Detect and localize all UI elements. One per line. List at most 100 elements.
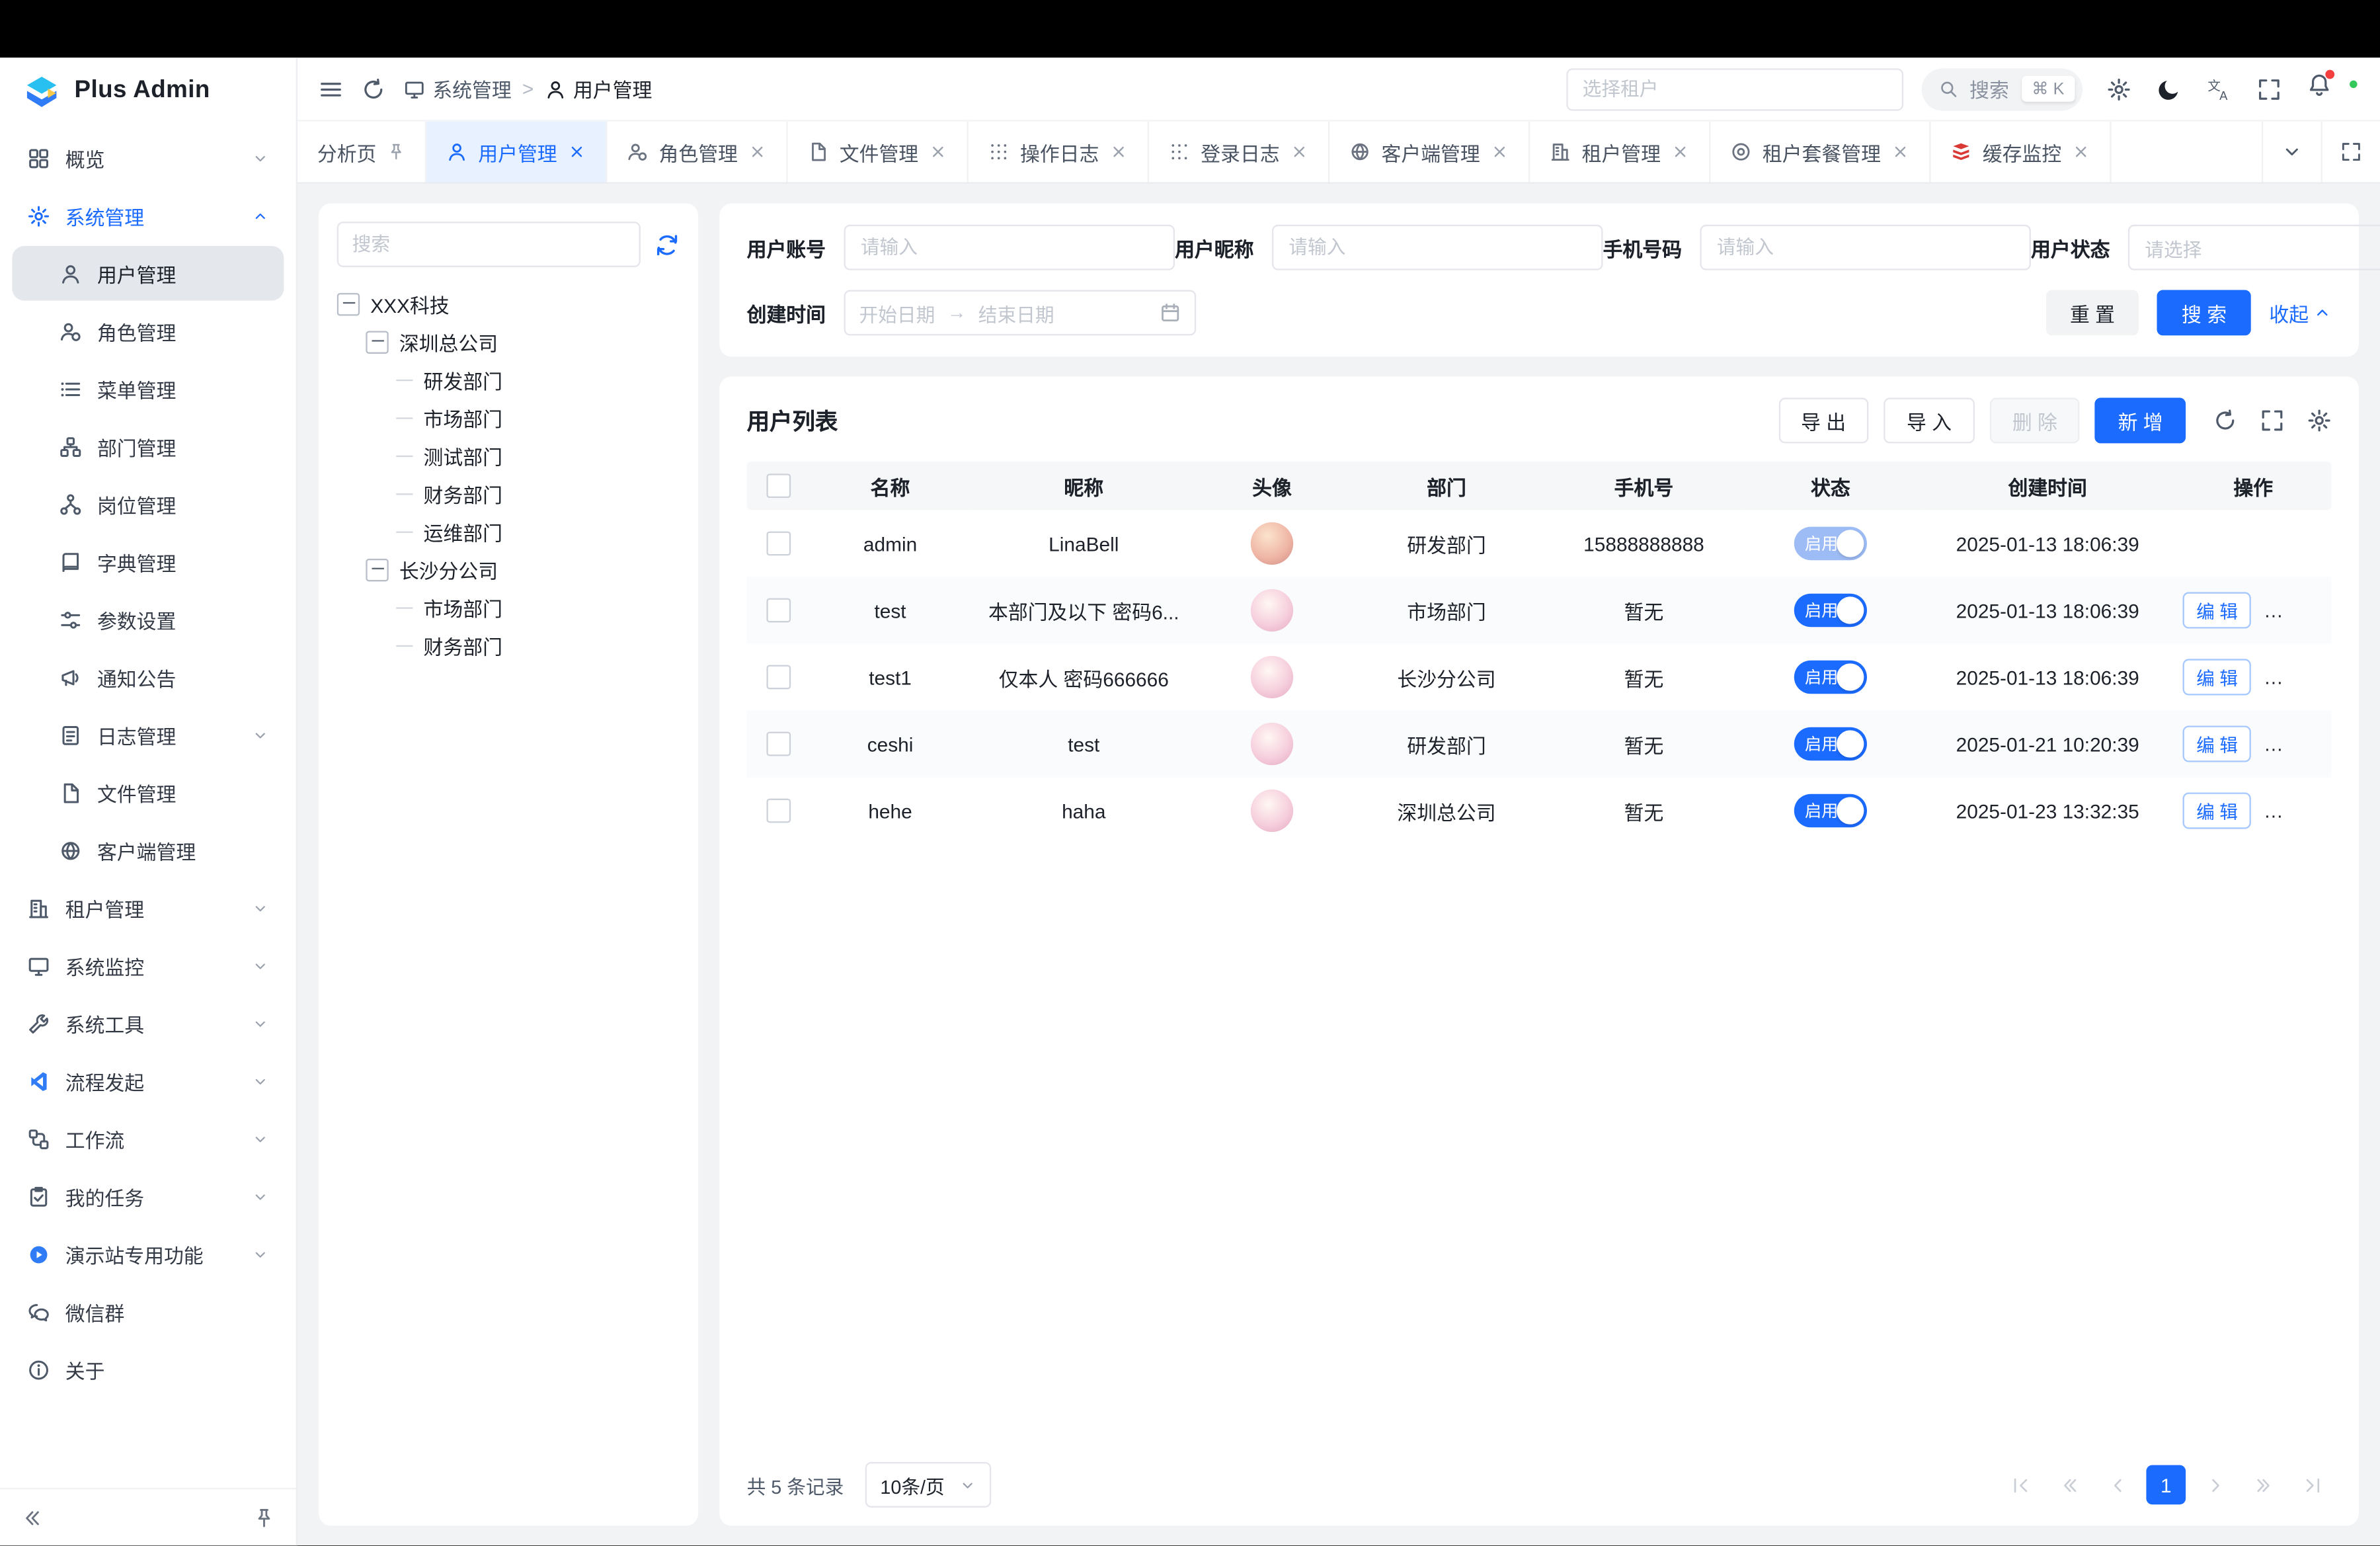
sidebar-item-system-management[interactable]: 系统管理 [12,188,284,243]
gear-icon[interactable] [2107,77,2131,101]
page-next-button[interactable] [2195,1465,2235,1505]
sidebar-item-system-tools[interactable]: 系统工具 [12,996,284,1051]
tree-search-input[interactable] [337,222,641,267]
sidebar-item-demo-features[interactable]: 演示站专用功能 [12,1227,284,1282]
tab-operation-log[interactable]: 操作日志 [969,122,1149,183]
status-toggle[interactable]: 启用 [1794,527,1867,561]
page-prev-button[interactable] [2098,1465,2137,1505]
close-icon[interactable] [1671,143,1690,161]
tab-cache-monitor[interactable]: 缓存监控 [1931,122,2112,183]
tree-node-2[interactable]: 研发部门 [337,361,680,399]
page-fwd5-button[interactable] [2243,1465,2283,1505]
sidebar-collapse-button[interactable] [21,1507,42,1528]
sidebar-item-about[interactable]: 关于 [12,1342,284,1397]
delete-button[interactable]: 删 除 [1989,398,2080,444]
tree-node-9[interactable]: 财务部门 [337,627,680,665]
status-toggle[interactable]: 启用 [1794,661,1867,694]
notification-bell[interactable] [2307,73,2332,104]
tab-tenant-management[interactable]: 租户管理 [1530,122,1711,183]
tree-node-8[interactable]: 市场部门 [337,589,680,627]
sidebar-item-post-management[interactable]: 岗位管理 [12,477,284,532]
page-last-button[interactable] [2292,1465,2332,1505]
sidebar-pin-button[interactable] [253,1507,274,1528]
tree-refresh-icon[interactable] [654,231,680,257]
sidebar-item-dict-management[interactable]: 字典管理 [12,534,284,589]
page-back5-button[interactable] [2049,1465,2088,1505]
sidebar-item-process-initiation[interactable]: 流程发起 [12,1053,284,1108]
tab-file-management[interactable]: 文件管理 [788,122,969,183]
add-button[interactable]: 新 增 [2095,398,2186,444]
page-size-select[interactable]: 10条/页 [865,1462,991,1508]
fullscreen-icon[interactable] [2257,77,2281,101]
table-fullscreen-icon[interactable] [2260,409,2285,433]
export-button[interactable]: 导 出 [1778,398,1869,444]
close-icon[interactable] [568,143,586,161]
sidebar-item-overview[interactable]: 概览 [12,130,284,185]
close-icon[interactable] [748,143,767,161]
sidebar-item-file-management[interactable]: 文件管理 [12,765,284,820]
tree-node-3[interactable]: 市场部门 [337,399,680,437]
tab-analysis[interactable]: 分析页 [298,122,426,183]
sidebar-item-system-monitor[interactable]: 系统监控 [12,938,284,993]
tab-user-management[interactable]: 用户管理 [426,122,607,183]
search-button[interactable]: 搜 索 [2157,290,2250,336]
table-row[interactable]: test1仅本人 密码666666长沙分公司暂无启用2025-01-13 18:… [747,643,2332,710]
tree-node-6[interactable]: 运维部门 [337,513,680,551]
status-toggle[interactable]: 启用 [1794,794,1867,828]
table-refresh-icon[interactable] [2213,409,2237,433]
sidebar-item-notice-announcement[interactable]: 通知公告 [12,650,284,705]
table-row[interactable]: test本部门及以下 密码6...市场部门暂无启用2025-01-13 18:0… [747,577,2332,643]
row-checkbox[interactable] [766,799,791,823]
page-first-button[interactable] [2001,1465,2040,1505]
page-number-current[interactable]: 1 [2146,1465,2186,1505]
table-row[interactable]: adminLinaBell研发部门15888888888启用2025-01-13… [747,510,2332,577]
column-settings-gear-icon[interactable] [2307,409,2332,433]
sidebar-item-tenant-management[interactable]: 租户管理 [12,881,284,936]
sidebar-item-my-tasks[interactable]: 我的任务 [12,1169,284,1224]
sidebar-item-workflow[interactable]: 工作流 [12,1112,284,1166]
import-button[interactable]: 导 入 [1884,398,1975,444]
close-icon[interactable] [1109,143,1128,161]
filter-phone-input[interactable] [1700,225,2032,270]
status-toggle[interactable]: 启用 [1794,594,1867,628]
row-edit-button[interactable]: 编 辑 [2183,725,2252,762]
tree-node-7[interactable]: 长沙分公司 [337,551,680,589]
tab-tenant-package[interactable]: 租户套餐管理 [1711,122,1931,183]
select-all-checkbox[interactable] [766,474,791,499]
tree-expander-icon[interactable] [366,331,388,354]
close-icon[interactable] [2072,143,2090,161]
close-icon[interactable] [1290,143,1309,161]
tree-expander-icon[interactable] [366,559,388,581]
sidebar-item-client-management[interactable]: 客户端管理 [12,823,284,877]
tree-node-1[interactable]: 深圳总公司 [337,323,680,361]
dark-mode-moon-icon[interactable] [2157,77,2182,101]
pin-icon[interactable] [387,143,405,161]
sidebar-item-user-management[interactable]: 用户管理 [12,246,284,301]
tab-role-management[interactable]: 角色管理 [607,122,787,183]
tree-node-5[interactable]: 财务部门 [337,475,680,513]
sidebar-item-log-management[interactable]: 日志管理 [12,708,284,762]
row-checkbox[interactable] [766,665,791,690]
tab-login-log[interactable]: 登录日志 [1149,122,1329,183]
close-icon[interactable] [1491,143,1509,161]
hamburger-menu-icon[interactable] [319,77,343,101]
row-edit-button[interactable]: 编 辑 [2183,659,2252,695]
refresh-icon[interactable] [361,77,385,101]
close-icon[interactable] [929,143,947,161]
global-search-button[interactable]: 搜索 ⌘ K [1921,67,2082,110]
row-checkbox[interactable] [766,532,791,556]
row-checkbox[interactable] [766,598,791,623]
close-icon[interactable] [1891,143,1910,161]
sidebar-item-dept-management[interactable]: 部门管理 [12,419,284,474]
status-toggle[interactable]: 启用 [1794,727,1867,761]
table-row[interactable]: hehehaha深圳总公司暂无启用2025-01-23 13:32:35编 辑删… [747,778,2332,844]
sidebar-item-menu-management[interactable]: 菜单管理 [12,361,284,416]
tab-dropdown-button[interactable] [2262,122,2321,183]
row-edit-button[interactable]: 编 辑 [2183,592,2252,628]
row-edit-button[interactable]: 编 辑 [2183,792,2252,829]
breadcrumb-item-user-management[interactable]: 用户管理 [544,75,652,104]
filter-nickname-input[interactable] [1272,225,1603,270]
filter-account-input[interactable] [844,225,1175,270]
row-checkbox[interactable] [766,732,791,756]
sidebar-item-param-settings[interactable]: 参数设置 [12,592,284,647]
